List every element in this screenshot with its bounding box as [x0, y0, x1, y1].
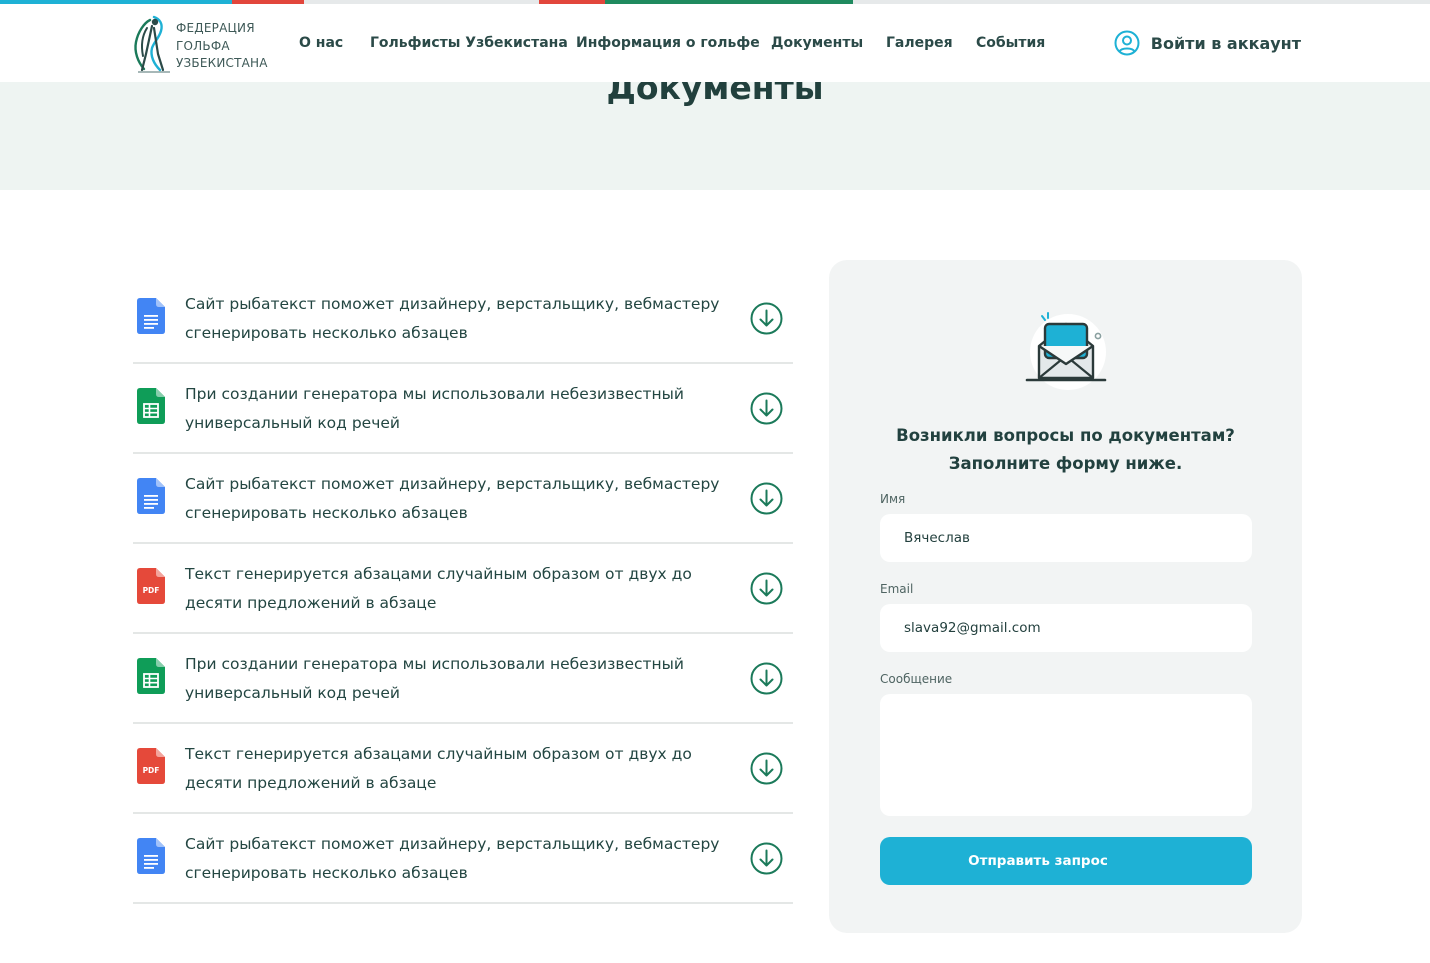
download-arrow-icon[interactable]	[750, 572, 783, 605]
name-field-label: Имя	[880, 492, 906, 506]
document-row[interactable]: Сайт рыбатекст поможет дизайнеру, верста…	[133, 274, 793, 364]
user-circle-icon	[1114, 30, 1140, 56]
google-docs-icon	[137, 838, 165, 874]
document-title: Сайт рыбатекст поможет дизайнеру, верста…	[185, 475, 720, 522]
email-field-label: Email	[880, 582, 914, 596]
site-header: ФЕДЕРАЦИЯ ГОЛЬФА УЗБЕКИСТАНА О нас Гольф…	[0, 4, 1430, 82]
nav-about[interactable]: О нас	[299, 35, 343, 51]
document-title: При создании генератора мы использовали …	[185, 655, 684, 702]
document-title: Сайт рыбатекст поможет дизайнеру, верста…	[185, 295, 720, 342]
google-sheets-icon	[137, 388, 165, 424]
document-title: Текст генерируется абзацами случайным об…	[185, 565, 692, 612]
download-arrow-icon[interactable]	[750, 842, 783, 875]
google-sheets-icon	[137, 658, 165, 694]
download-arrow-icon[interactable]	[750, 662, 783, 695]
email-field[interactable]	[880, 604, 1252, 652]
download-arrow-icon[interactable]	[750, 482, 783, 515]
document-title: При создании генератора мы использовали …	[185, 385, 684, 432]
document-row[interactable]: Сайт рыбатекст поможет дизайнеру, верста…	[133, 454, 793, 544]
contact-form-card: Возникли вопросы по документам? Заполнит…	[829, 260, 1302, 933]
page-title: Документы	[606, 82, 824, 107]
pdf-file-icon: PDF	[137, 748, 165, 784]
site-logo[interactable]: ФЕДЕРАЦИЯ ГОЛЬФА УЗБЕКИСТАНА	[130, 14, 270, 74]
nav-gallery[interactable]: Галерея	[886, 35, 953, 51]
download-arrow-icon[interactable]	[750, 302, 783, 335]
document-row[interactable]: PDF Текст генерируется абзацами случайны…	[133, 724, 793, 814]
logo-line-3: УЗБЕКИСТАНА	[176, 56, 268, 70]
golf-player-logo-icon	[134, 15, 170, 73]
google-docs-icon	[137, 298, 165, 334]
open-envelope-icon	[1025, 312, 1107, 390]
google-docs-icon	[137, 478, 165, 514]
message-field[interactable]	[880, 694, 1252, 816]
message-field-label: Сообщение	[880, 672, 953, 686]
document-row[interactable]: Сайт рыбатекст поможет дизайнеру, верста…	[133, 814, 793, 904]
logo-text: ФЕДЕРАЦИЯ ГОЛЬФА УЗБЕКИСТАНА	[176, 20, 268, 73]
form-heading-line-2: Заполните форму ниже.	[948, 454, 1183, 473]
submit-request-button[interactable]: Отправить запрос	[880, 837, 1252, 885]
download-arrow-icon[interactable]	[750, 752, 783, 785]
pdf-badge: PDF	[143, 766, 160, 775]
logo-line-2: ГОЛЬФА	[176, 38, 230, 53]
nav-events[interactable]: События	[976, 35, 1045, 51]
download-arrow-icon[interactable]	[750, 392, 783, 425]
document-row[interactable]: При создании генератора мы использовали …	[133, 364, 793, 454]
document-title: Сайт рыбатекст поможет дизайнеру, верста…	[185, 835, 720, 882]
pdf-file-icon: PDF	[137, 568, 165, 604]
pdf-badge: PDF	[143, 586, 160, 595]
login-button[interactable]: Войти в аккаунт	[1114, 30, 1301, 56]
form-heading: Возникли вопросы по документам? Заполнит…	[859, 422, 1272, 478]
nav-documents[interactable]: Документы	[771, 35, 863, 51]
document-title: Текст генерируется абзацами случайным об…	[185, 745, 692, 792]
document-row[interactable]: При создании генератора мы использовали …	[133, 634, 793, 724]
login-label: Войти в аккаунт	[1150, 33, 1301, 53]
name-field[interactable]	[880, 514, 1252, 562]
document-list: Сайт рыбатекст поможет дизайнеру, верста…	[133, 274, 793, 904]
nav-golfers[interactable]: Гольфисты Узбекистана	[370, 35, 568, 51]
document-row[interactable]: PDF Текст генерируется абзацами случайны…	[133, 544, 793, 634]
page-hero: Документы	[0, 82, 1430, 190]
logo-line-1: ФЕДЕРАЦИЯ	[176, 21, 255, 35]
nav-golf-info[interactable]: Информация о гольфе	[576, 35, 760, 51]
form-heading-line-1: Возникли вопросы по документам?	[896, 426, 1235, 445]
